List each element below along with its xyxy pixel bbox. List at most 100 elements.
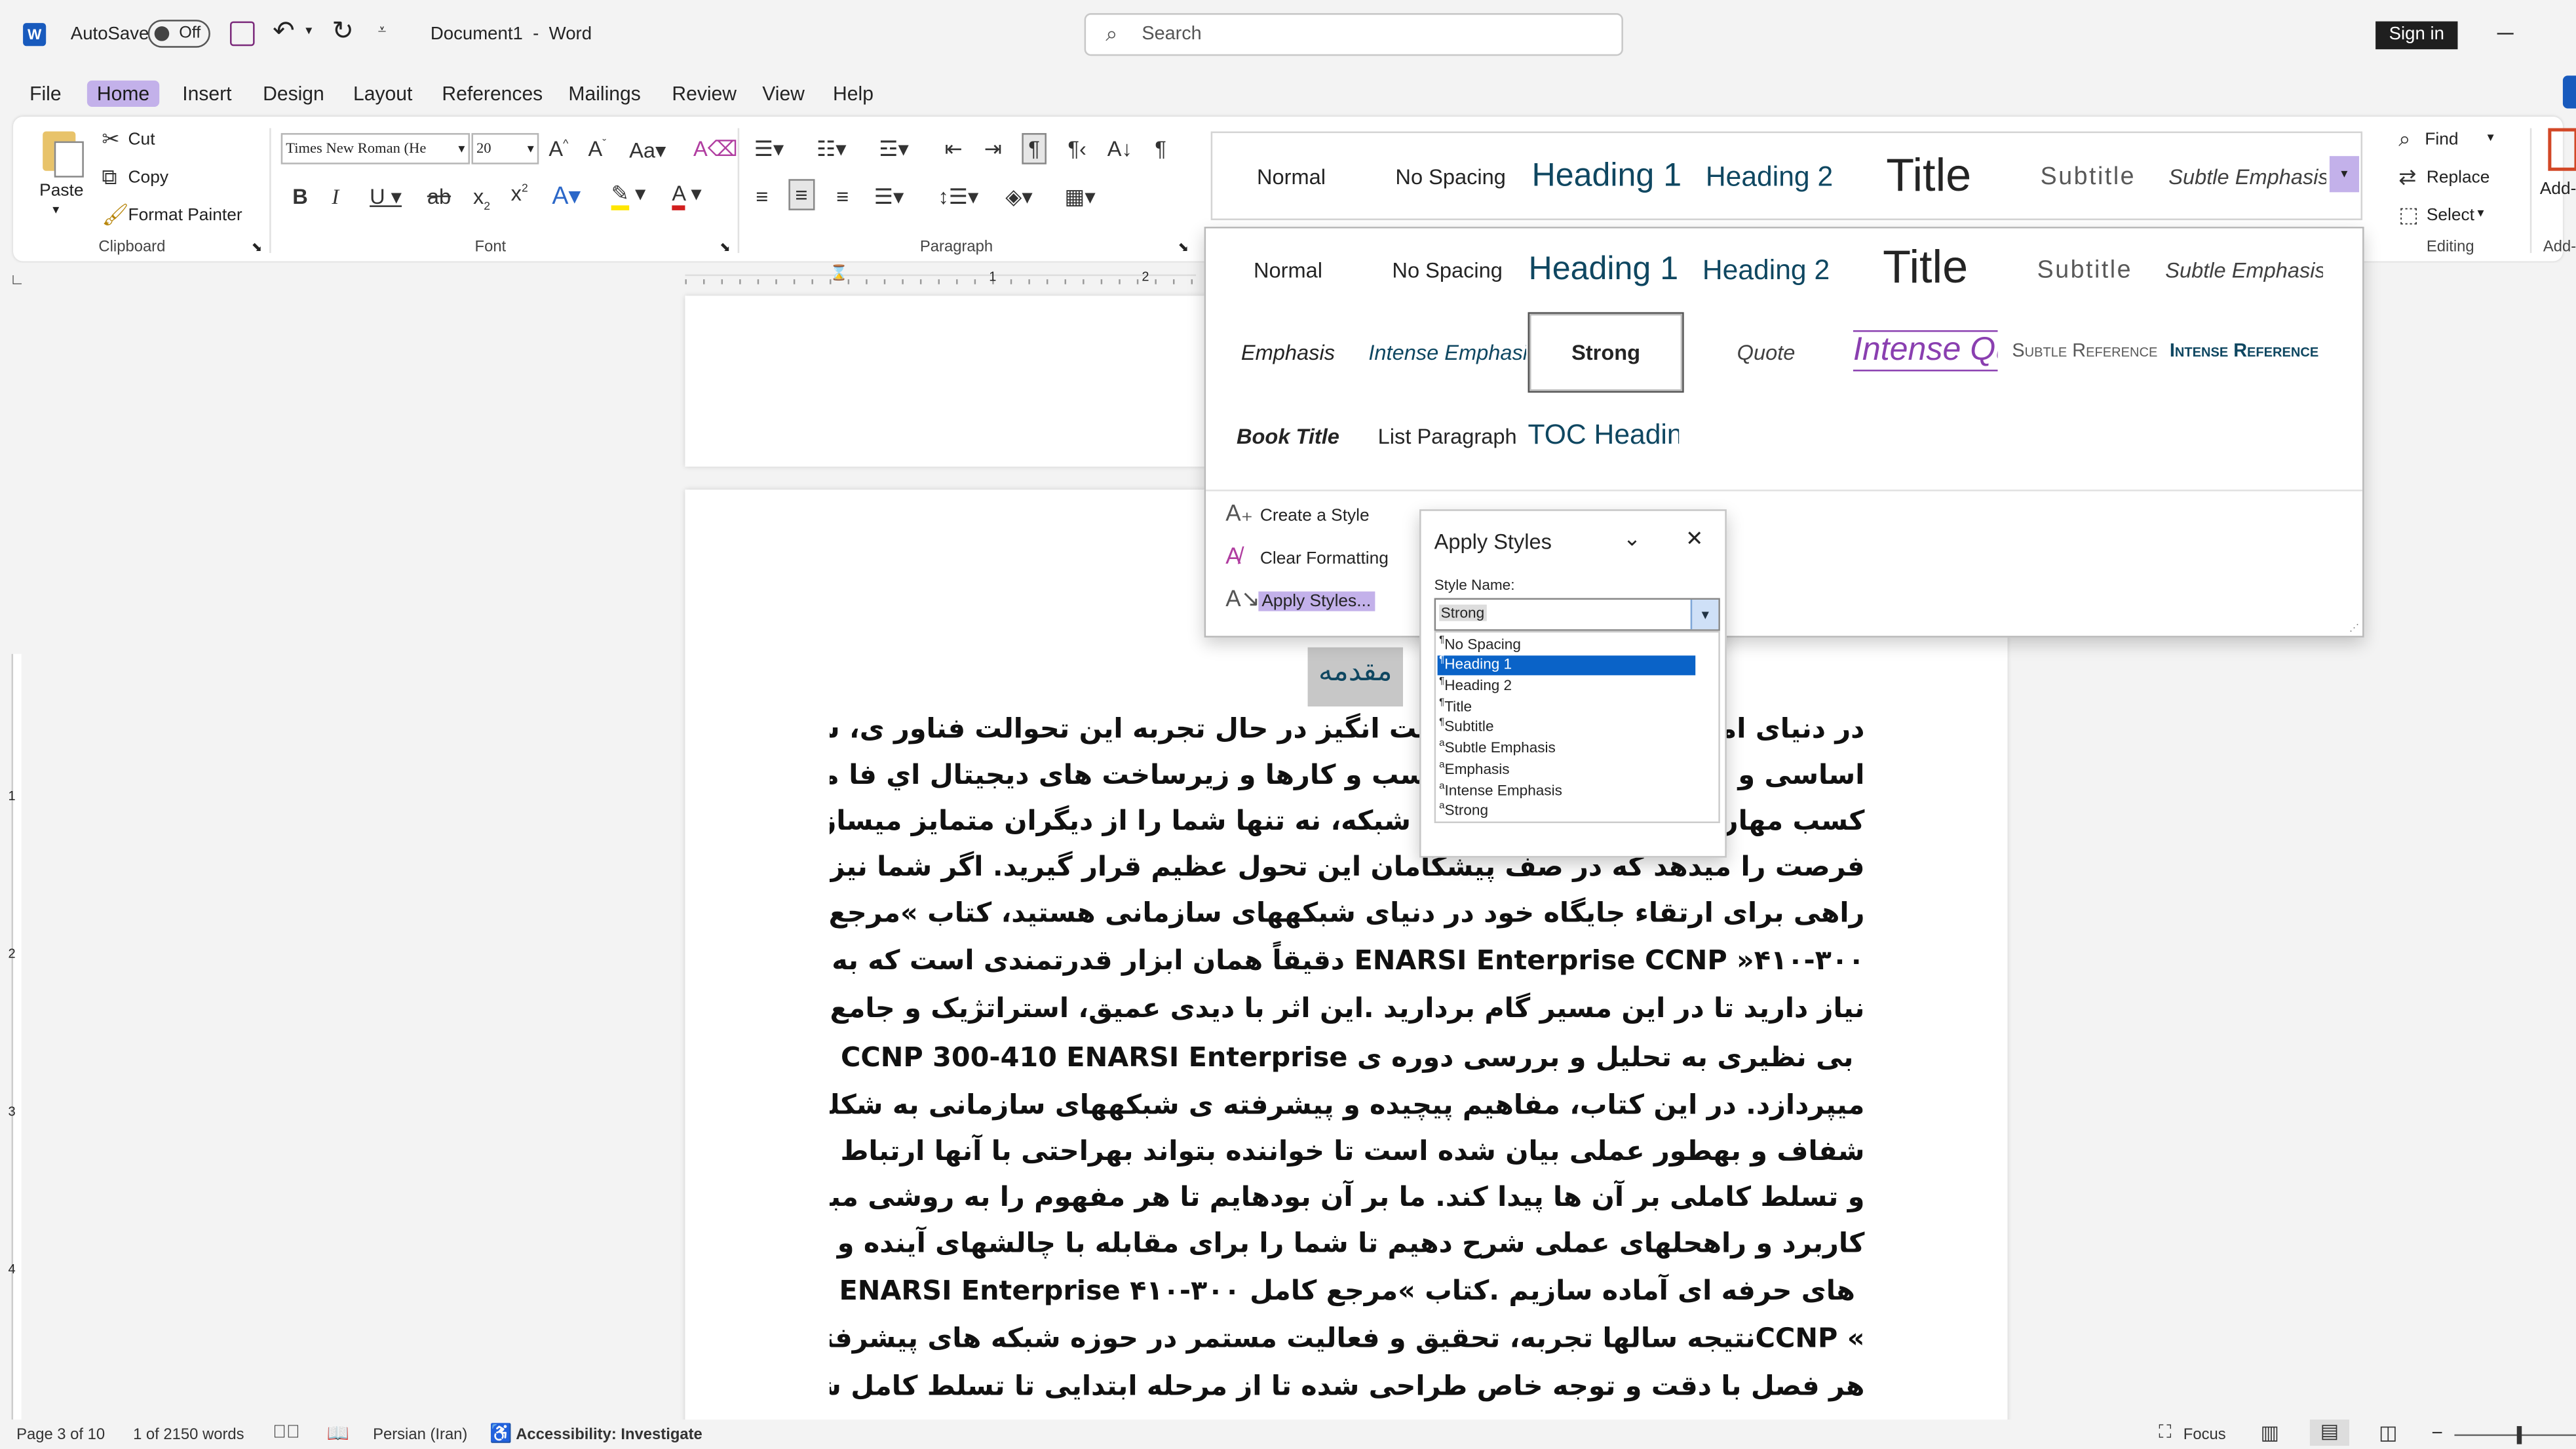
close-icon[interactable]: ✕ bbox=[1685, 526, 1703, 552]
focus-button[interactable]: Focus bbox=[2183, 1426, 2226, 1444]
align-left-icon[interactable]: ≡ bbox=[756, 184, 768, 209]
apply-styles-item[interactable]: Apply Styles... bbox=[1258, 591, 1375, 611]
decrease-indent-icon[interactable]: ⇤ bbox=[945, 136, 963, 163]
line-spacing-icon[interactable]: ↕☰▾ bbox=[938, 184, 978, 210]
style-toc-heading[interactable]: TOC Heading bbox=[1528, 419, 1680, 452]
rtl-paragraph-icon[interactable]: ¶ bbox=[1022, 133, 1047, 164]
style-emphasis[interactable]: Emphasis bbox=[1209, 340, 1367, 365]
style-subtle-emphasis[interactable]: Subtle Emphasis bbox=[2168, 164, 2326, 189]
copy-button[interactable]: Copy bbox=[128, 168, 168, 187]
search-box[interactable]: ⌕ Search bbox=[1084, 13, 1623, 56]
tab-mailings[interactable]: Mailings bbox=[568, 81, 640, 107]
chevron-down-icon[interactable]: ▾ bbox=[1690, 600, 1719, 630]
font-name-combo[interactable]: Times New Roman (He ▾ bbox=[280, 133, 471, 164]
replace-button[interactable]: Replace bbox=[2427, 168, 2490, 187]
style-heading-2[interactable]: Heading 2 bbox=[1687, 255, 1845, 288]
addins-icon[interactable] bbox=[2548, 128, 2576, 171]
find-button[interactable]: Find bbox=[2425, 130, 2458, 149]
tab-home[interactable]: Home bbox=[87, 80, 160, 107]
align-right-icon[interactable]: ≡ bbox=[836, 184, 849, 209]
paste-dropdown-icon[interactable]: ▾ bbox=[52, 202, 59, 217]
undo-icon[interactable]: ↶ bbox=[273, 19, 295, 46]
tab-layout[interactable]: Layout bbox=[353, 81, 412, 107]
clipboard-launcher-icon[interactable]: ⬊ bbox=[252, 240, 263, 255]
indent-marker-icon[interactable]: ⌛ bbox=[830, 265, 848, 283]
superscript-icon[interactable]: x2 bbox=[511, 181, 528, 206]
tab-insert[interactable]: Insert bbox=[182, 81, 231, 107]
page-count[interactable]: Page 3 of 10 bbox=[16, 1426, 105, 1444]
gallery-more-button[interactable]: ▾ bbox=[2329, 156, 2360, 193]
share-icon[interactable] bbox=[2562, 75, 2576, 109]
style-intense-quote[interactable]: Intense Quote bbox=[1853, 330, 1998, 372]
sort-icon[interactable]: A↓ bbox=[1107, 136, 1132, 161]
grow-font-icon[interactable]: A^ bbox=[548, 136, 568, 161]
undo-dropdown-icon[interactable]: ▾ bbox=[305, 24, 312, 38]
list-item[interactable]: aSubtle Emphasis bbox=[1439, 739, 1556, 756]
style-no-spacing[interactable]: No Spacing bbox=[1372, 164, 1529, 189]
style-heading-1[interactable]: Heading 1 bbox=[1531, 158, 1683, 196]
style-normal[interactable]: Normal bbox=[1212, 164, 1370, 189]
list-item[interactable]: aEmphasis bbox=[1439, 761, 1509, 777]
cut-button[interactable]: Cut bbox=[128, 130, 155, 149]
ltr-paragraph-icon[interactable]: ¶‹ bbox=[1068, 136, 1086, 161]
tab-help[interactable]: Help bbox=[833, 81, 874, 107]
tab-view[interactable]: View bbox=[762, 81, 805, 107]
increase-indent-icon[interactable]: ⇥ bbox=[984, 136, 1002, 163]
zoom-thumb-icon[interactable] bbox=[2516, 1426, 2522, 1444]
style-title[interactable]: Title bbox=[1850, 149, 2008, 202]
paste-button[interactable]: Paste bbox=[39, 181, 83, 201]
highlight-color-icon[interactable]: ✎ ▾ bbox=[611, 180, 645, 210]
pane-options-icon[interactable]: ⌄ bbox=[1623, 526, 1641, 552]
font-color-icon[interactable]: A ▾ bbox=[672, 180, 702, 210]
language-status[interactable]: Persian (Iran) bbox=[373, 1426, 467, 1444]
format-painter-button[interactable]: Format Painter bbox=[128, 205, 242, 225]
subscript-icon[interactable]: x2 bbox=[473, 184, 490, 213]
redo-icon[interactable]: ↻ bbox=[332, 19, 354, 46]
style-name-field[interactable]: Strong ▾ bbox=[1434, 598, 1720, 631]
paragraph-launcher-icon[interactable]: ⬊ bbox=[1178, 240, 1189, 255]
addins-button[interactable]: Add- bbox=[2540, 179, 2576, 199]
style-normal[interactable]: Normal bbox=[1209, 258, 1367, 283]
find-dropdown-icon[interactable]: ▾ bbox=[2488, 130, 2494, 145]
text-effects-icon[interactable]: A▾ bbox=[552, 181, 581, 210]
style-intense-reference[interactable]: Intense Reference bbox=[2165, 341, 2323, 361]
list-item-selected[interactable]: ¶Heading 1 bbox=[1437, 655, 1696, 676]
list-item[interactable]: ¶Subtitle bbox=[1439, 718, 1493, 735]
shrink-font-icon[interactable]: Aˇ bbox=[588, 136, 607, 161]
style-quote[interactable]: Quote bbox=[1687, 340, 1845, 365]
paste-icon[interactable] bbox=[39, 126, 84, 178]
select-dropdown-icon[interactable]: ▾ bbox=[2478, 205, 2484, 220]
strikethrough-icon[interactable]: ab bbox=[427, 184, 451, 209]
list-item[interactable]: aIntense Emphasis bbox=[1439, 782, 1562, 798]
web-layout-icon[interactable]: ◫ bbox=[2379, 1421, 2397, 1444]
style-subtle-reference[interactable]: Subtle Reference bbox=[2006, 341, 2164, 361]
style-listbox[interactable]: ¶No Spacing ¶Heading 1 ¶Heading 2 ¶Title… bbox=[1434, 630, 1720, 824]
tab-design[interactable]: Design bbox=[263, 81, 324, 107]
create-style-item[interactable]: Create a Style bbox=[1260, 506, 1370, 526]
change-case-icon[interactable]: Aa▾ bbox=[629, 138, 666, 164]
customize-toolbar-icon[interactable]: ⩡ bbox=[378, 22, 387, 38]
clear-formatting-icon[interactable]: A⌫ bbox=[693, 136, 738, 163]
style-intense-emphasis[interactable]: Intense Emphasis bbox=[1368, 340, 1526, 365]
list-item[interactable]: aStrong bbox=[1439, 802, 1488, 818]
style-subtitle[interactable]: Subtitle bbox=[2006, 256, 2164, 284]
style-heading-1[interactable]: Heading 1 bbox=[1528, 252, 1680, 290]
autosave-toggle[interactable]: Off bbox=[147, 20, 210, 48]
tab-file[interactable]: File bbox=[29, 81, 61, 107]
shading-icon[interactable]: ◈▾ bbox=[1005, 184, 1032, 210]
tab-selector-icon[interactable]: ∟ bbox=[10, 271, 24, 288]
font-size-combo[interactable]: 20 ▾ bbox=[471, 133, 539, 164]
bold-icon[interactable]: B bbox=[292, 184, 308, 209]
print-layout-icon[interactable]: ▤ bbox=[2309, 1420, 2350, 1446]
word-count[interactable]: 1 of 2150 words bbox=[133, 1426, 244, 1444]
borders-icon[interactable]: ▦▾ bbox=[1065, 184, 1096, 210]
font-launcher-icon[interactable]: ⬊ bbox=[720, 240, 731, 255]
list-item[interactable]: ¶Heading 2 bbox=[1439, 677, 1512, 693]
show-marks-icon[interactable]: ¶ bbox=[1155, 136, 1166, 161]
minimize-icon[interactable] bbox=[2497, 33, 2514, 35]
italic-icon[interactable]: I bbox=[332, 184, 339, 210]
zoom-out-icon[interactable]: − bbox=[2431, 1421, 2443, 1444]
underline-icon[interactable]: U ▾ bbox=[370, 184, 402, 210]
sign-in-button[interactable]: Sign in bbox=[2375, 21, 2458, 50]
style-strong-selected[interactable]: Strong bbox=[1528, 312, 1684, 393]
